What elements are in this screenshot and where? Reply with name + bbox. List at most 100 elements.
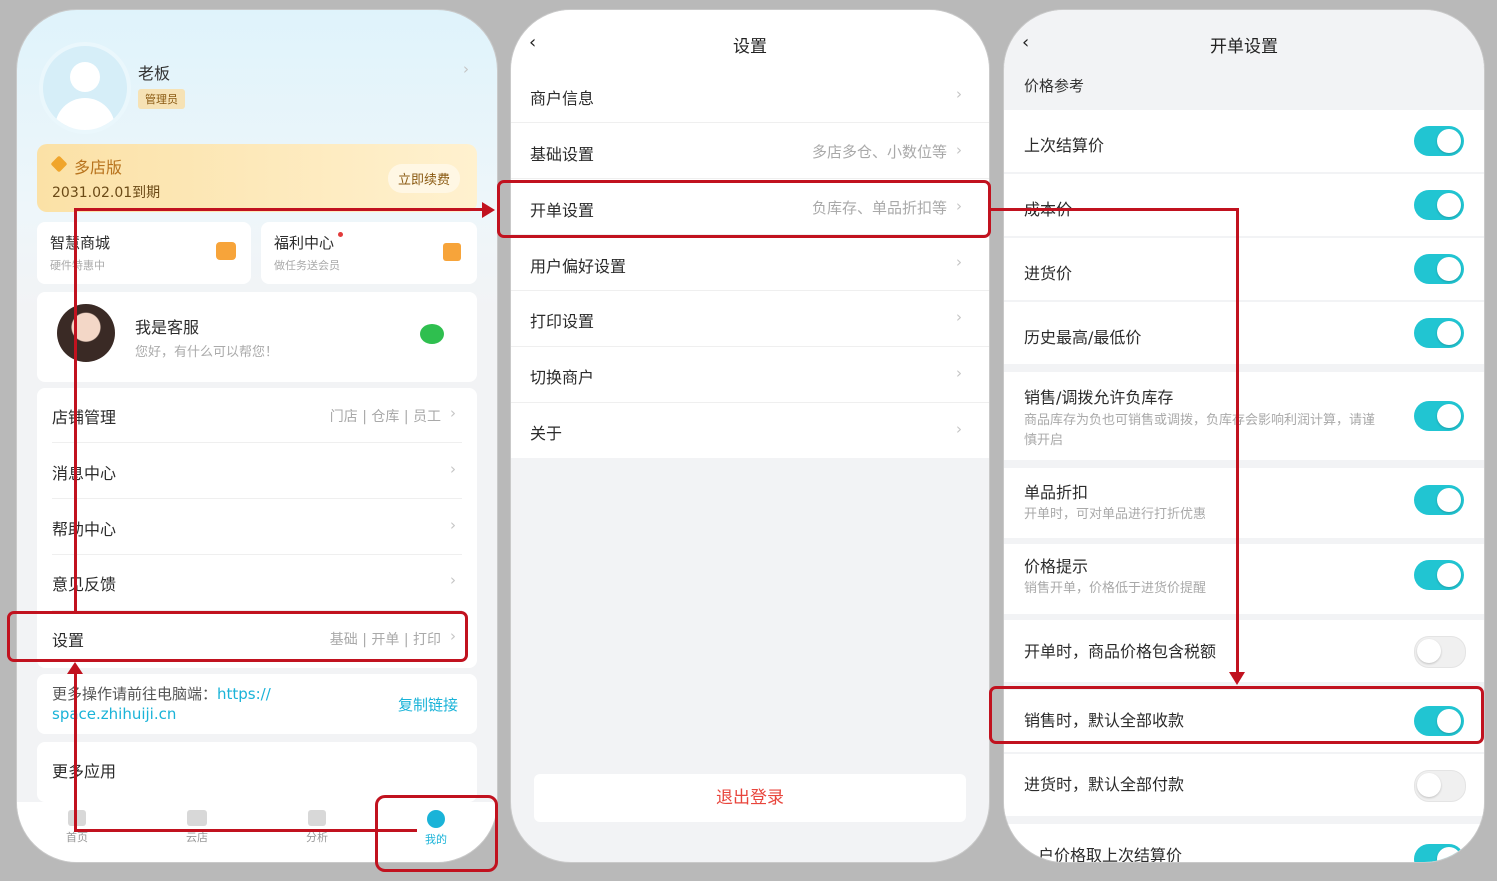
settings-label: 关于 [530, 424, 563, 443]
chevron-right-icon: › [956, 420, 962, 438]
setting-label: 进货时，默认全部付款 [1024, 775, 1185, 794]
toggle-switch[interactable] [1414, 636, 1466, 668]
tab-home[interactable]: 首页 [57, 810, 97, 845]
setting-desc: 开单时，可对单品进行打折优惠 [1024, 507, 1207, 522]
setting-row-purchase-full-payment: 进货时，默认全部付款 [1004, 754, 1484, 816]
role-badge: 管理员 [138, 89, 185, 109]
plan-name: 多店版 [74, 158, 123, 177]
service-title: 我是客服 [135, 318, 200, 337]
menu-label: 意见反馈 [52, 575, 117, 594]
more-apps-label: 更多应用 [52, 762, 117, 781]
settings-label: 基础设置 [530, 145, 595, 164]
highlight-box-order-settings [497, 180, 991, 238]
highlight-box-settings-menu [7, 611, 468, 662]
chevron-right-icon: › [450, 460, 456, 478]
arrow-line [1236, 208, 1239, 676]
arrow-line [74, 208, 77, 612]
order-settings-header: ‹ 开单设置 [1004, 10, 1484, 66]
desktop-url-a[interactable]: https:// [217, 685, 271, 703]
phone-profile-screen: 老板 管理员 › 多店版 2031.02.01到期 立即续费 智慧商城 硬件特惠… [17, 10, 497, 862]
arrow-head-icon [67, 662, 83, 674]
menu-detail: 门店 | 仓库 | 员工 [329, 409, 441, 425]
chevron-right-icon: › [450, 516, 456, 534]
tab-label: 分析 [306, 831, 328, 844]
gift-icon [443, 243, 461, 261]
setting-label: 进货价 [1024, 264, 1073, 283]
shortcut-title: 福利中心 [274, 234, 335, 252]
tab-analysis[interactable]: 分析 [297, 810, 337, 845]
store-icon [187, 810, 207, 826]
setting-row-purchase-price: 进货价 [1004, 238, 1484, 300]
chevron-right-icon: › [956, 253, 962, 271]
highlight-box-mine-tab [375, 795, 498, 872]
setting-label: 单品折扣 [1024, 483, 1089, 502]
setting-row-item-discount: 单品折扣 开单时，可对单品进行打折优惠 [1004, 468, 1484, 538]
setting-row-customer-price: 户价格取上次结算价 [1004, 824, 1484, 862]
copy-link-button[interactable]: 复制链接 [398, 694, 458, 715]
settings-label: 切换商户 [530, 368, 595, 387]
arrow-line [377, 829, 417, 832]
phone-settings-screen: ‹ 设置 商户信息 › 基础设置 多店多仓、小数位等 › 开单设置 负库存、单品… [511, 10, 989, 862]
toggle-switch[interactable] [1414, 485, 1464, 515]
desktop-url-b[interactable]: space.zhihuiji.cn [52, 705, 176, 723]
logout-label: 退出登录 [716, 788, 784, 808]
page-title: 开单设置 [1210, 37, 1278, 57]
diamond-icon [50, 155, 68, 173]
chevron-right-icon: › [450, 404, 456, 422]
chevron-right-icon: › [956, 85, 962, 103]
setting-label: 开单时，商品价格包含税额 [1024, 642, 1217, 661]
service-avatar [57, 304, 115, 362]
settings-label: 打印设置 [530, 312, 595, 331]
arrow-head-icon [482, 202, 495, 218]
chart-icon [308, 810, 326, 826]
home-icon [68, 810, 86, 826]
chevron-right-icon: › [956, 141, 962, 159]
setting-label: 上次结算价 [1024, 136, 1105, 155]
chevron-right-icon: › [450, 571, 456, 589]
toggle-switch[interactable] [1414, 318, 1464, 348]
menu-label: 店铺管理 [52, 408, 117, 427]
tab-cloud-store[interactable]: 云店 [177, 810, 217, 845]
shortcut-title: 智慧商城 [50, 234, 111, 252]
shortcut-subtitle: 做任务送会员 [274, 259, 340, 272]
toggle-switch[interactable] [1414, 770, 1466, 802]
setting-label: 价格提示 [1024, 557, 1089, 576]
wechat-icon[interactable] [420, 324, 444, 344]
tab-label: 首页 [66, 831, 88, 844]
setting-row-cost-price: 成本价 [1004, 174, 1484, 236]
arrow-line [990, 208, 1239, 211]
renew-button[interactable]: 立即续费 [388, 164, 461, 193]
desktop-hint: 更多操作请前往电脑端：https:// [52, 685, 271, 703]
plan-banner[interactable]: 多店版 2031.02.01到期 立即续费 [37, 144, 477, 212]
chevron-right-icon: › [956, 308, 962, 326]
toggle-switch[interactable] [1414, 401, 1464, 431]
settings-label: 商户信息 [530, 89, 595, 108]
toggle-switch[interactable] [1414, 254, 1464, 284]
shortcut-subtitle: 硬件特惠中 [50, 259, 105, 272]
setting-row-last-settlement: 上次结算价 [1004, 110, 1484, 172]
section-title: 价格参考 [1024, 77, 1085, 95]
setting-row-history-price: 历史最高/最低价 [1004, 302, 1484, 364]
more-apps-card[interactable]: 更多应用 [37, 742, 477, 802]
toggle-switch[interactable] [1414, 560, 1464, 590]
setting-label: 销售/调拨允许负库存 [1024, 388, 1174, 407]
profile-name: 老板 [138, 64, 171, 83]
toggle-switch[interactable] [1414, 126, 1464, 156]
avatar[interactable] [39, 42, 131, 134]
red-dot-badge [338, 232, 343, 237]
logout-button[interactable]: 退出登录 [534, 774, 966, 822]
plan-expiry: 2031.02.01到期 [52, 185, 161, 201]
toggle-switch[interactable] [1414, 190, 1464, 220]
arrow-line [74, 208, 484, 211]
toggle-switch[interactable] [1414, 844, 1464, 862]
shortcut-welfare[interactable]: 福利中心 做任务送会员 [261, 222, 477, 284]
setting-desc: 商品库存为负也可销售或调拨，负库存会影响利润计算，请谨 [1024, 413, 1376, 428]
desktop-link-card: 更多操作请前往电脑端：https:// space.zhihuiji.cn 复制… [37, 674, 477, 734]
tab-label: 云店 [186, 831, 208, 844]
customer-service-card[interactable]: 我是客服 您好，有什么可以帮您！ [37, 292, 477, 382]
chevron-right-icon[interactable]: › [463, 60, 469, 78]
shortcut-mall[interactable]: 智慧商城 硬件特惠中 [37, 222, 251, 284]
chevron-right-icon: › [956, 364, 962, 382]
setting-label: 历史最高/最低价 [1024, 328, 1142, 347]
setting-row-price-alert: 价格提示 销售开单，价格低于进货价提醒 [1004, 544, 1484, 614]
